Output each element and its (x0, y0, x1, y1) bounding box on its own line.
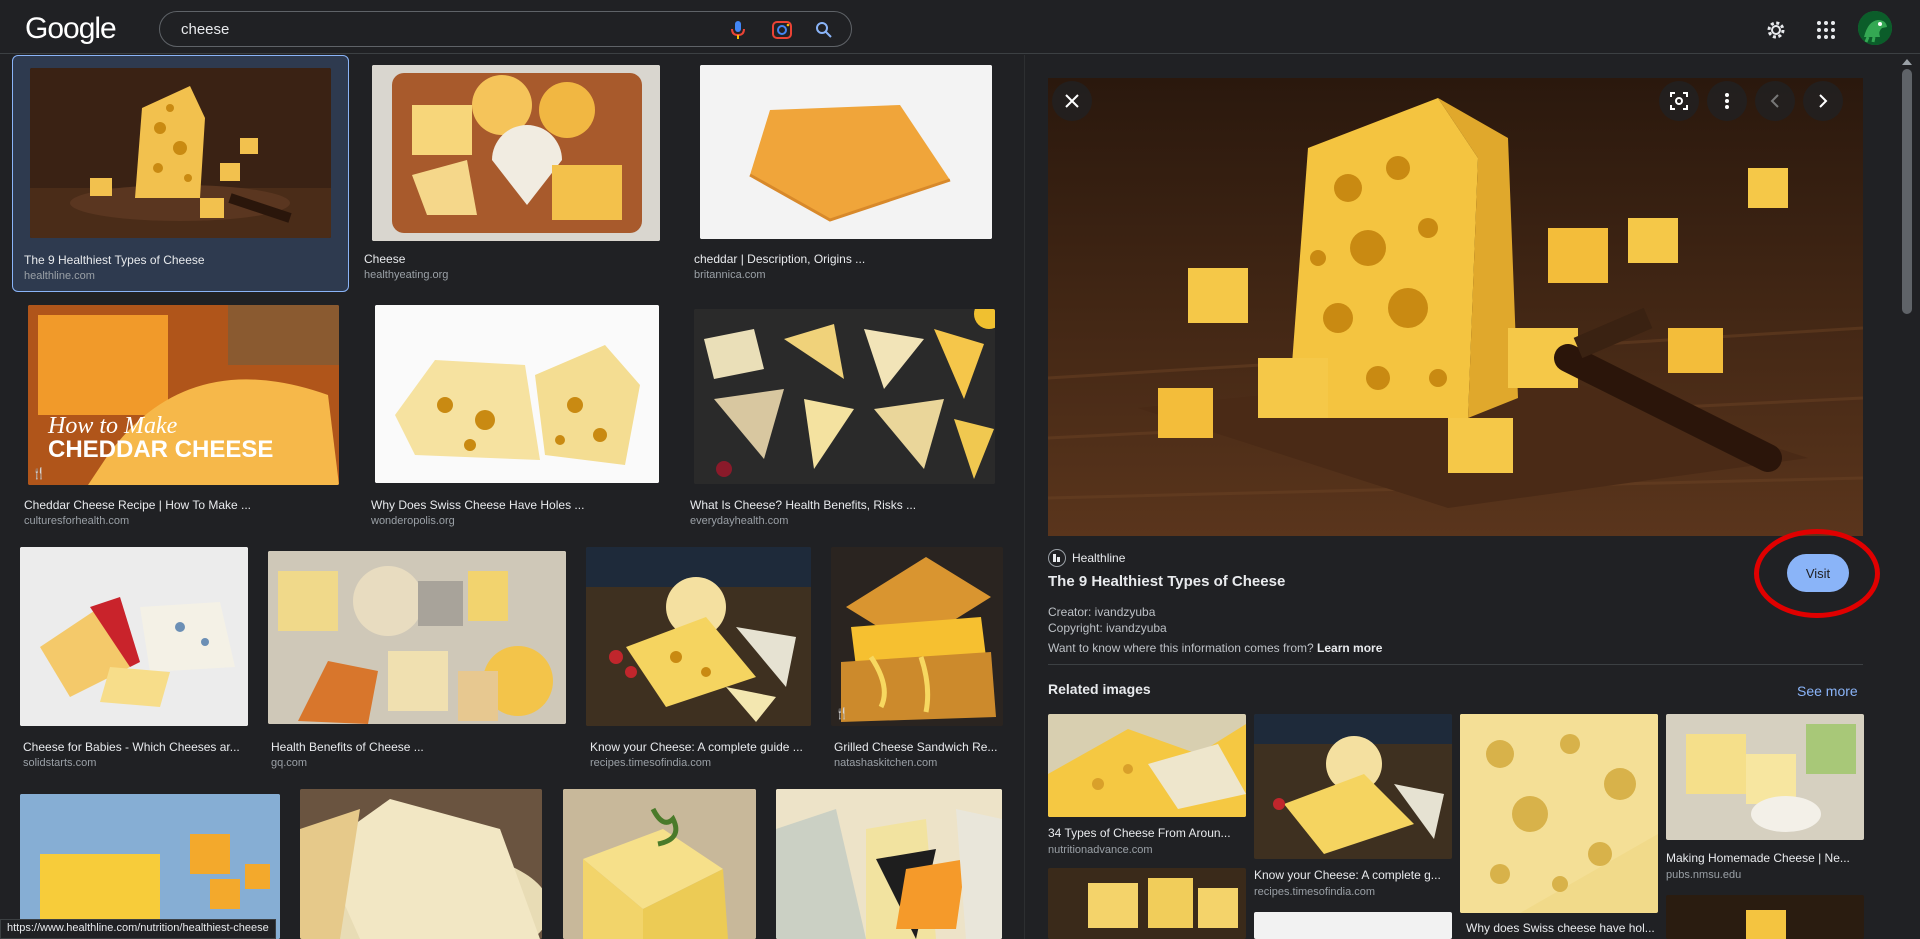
result-source[interactable]: healthline.com (24, 270, 95, 282)
see-more-link[interactable]: See more (1797, 683, 1858, 699)
result-title[interactable]: Cheese for Babies - Which Cheeses ar... (23, 740, 248, 754)
source-row[interactable]: Healthline (1048, 549, 1125, 567)
related-title[interactable]: 34 Types of Cheese From Aroun... (1048, 826, 1240, 840)
result-tile[interactable]: Cheese for Babies - Which Cheeses ar... … (20, 547, 260, 777)
google-logo[interactable]: Google (25, 12, 117, 45)
result-thumbnail[interactable] (700, 65, 992, 239)
result-thumbnail[interactable] (268, 551, 566, 724)
result-thumbnail[interactable] (694, 309, 995, 484)
result-title[interactable]: Health Benefits of Cheese ... (271, 740, 561, 754)
result-thumbnail[interactable] (586, 547, 811, 726)
source-name[interactable]: Healthline (1072, 551, 1125, 565)
result-tile[interactable]: Health Benefits of Cheese ... gq.com (268, 547, 568, 777)
result-tile[interactable]: What Is Cheese? Health Benefits, Risks .… (688, 305, 1008, 535)
result-thumbnail[interactable]: 🍴 (831, 547, 1003, 726)
result-source[interactable]: solidstarts.com (23, 757, 96, 769)
result-thumbnail[interactable]: How to Make CHEDDAR CHEESE 🍴 (28, 305, 339, 485)
result-source[interactable]: gq.com (271, 757, 307, 769)
scroll-thumb[interactable] (1902, 69, 1912, 314)
result-title[interactable]: The 9 Healthiest Types of Cheese (24, 253, 334, 267)
result-thumbnail[interactable] (300, 789, 542, 939)
result-source[interactable]: wonderopolis.org (371, 515, 455, 527)
result-thumbnail[interactable] (30, 68, 331, 238)
info-text: Want to know where this information come… (1048, 641, 1314, 655)
top-bar: Google (0, 0, 1920, 54)
result-source[interactable]: healthyeating.org (364, 269, 448, 281)
image-results-grid: The 9 Healthiest Types of Cheese healthl… (0, 55, 1024, 939)
related-thumbnail[interactable] (1666, 714, 1864, 840)
result-tile[interactable]: Know your Cheese: A complete guide ... r… (586, 547, 826, 777)
result-title[interactable]: What Is Cheese? Health Benefits, Risks .… (690, 498, 1000, 512)
result-title[interactable]: Cheddar Cheese Recipe | How To Make ... (24, 498, 324, 512)
result-tile[interactable]: 🍴 Grilled Cheese Sandwich Re... natashas… (831, 547, 1011, 777)
creator-text: Creator: ivandzyuba (1048, 605, 1156, 619)
related-source[interactable]: pubs.nmsu.edu (1666, 869, 1741, 881)
recipe-icon: 🍴 (835, 707, 849, 720)
result-thumbnail[interactable] (375, 305, 659, 483)
related-images-heading: Related images (1048, 681, 1151, 697)
preview-title[interactable]: The 9 Healthiest Types of Cheese (1048, 573, 1285, 590)
divider (1048, 664, 1863, 665)
apps-grid-icon[interactable] (1812, 16, 1840, 44)
search-input[interactable] (181, 18, 701, 40)
previous-icon[interactable] (1755, 81, 1795, 121)
result-thumbnail[interactable] (20, 794, 280, 939)
more-options-icon[interactable] (1707, 81, 1747, 121)
account-avatar[interactable] (1858, 11, 1892, 45)
result-tile[interactable]: Why Does Swiss Cheese Have Holes ... won… (367, 305, 667, 535)
recipe-icon: 🍴 (32, 467, 46, 480)
result-tile[interactable]: cheddar | Description, Origins ... brita… (690, 55, 1000, 292)
result-thumbnail[interactable] (372, 65, 660, 241)
next-icon[interactable] (1803, 81, 1843, 121)
preview-image[interactable] (1048, 78, 1863, 536)
related-title[interactable]: Why does Swiss cheese have hol... (1466, 921, 1656, 935)
related-thumbnail[interactable] (1048, 868, 1246, 939)
result-tile[interactable]: The 9 Healthiest Types of Cheese healthl… (12, 55, 349, 292)
camera-lens-icon[interactable] (770, 18, 794, 42)
result-thumbnail[interactable] (20, 547, 248, 726)
result-title[interactable]: Why Does Swiss Cheese Have Holes ... (371, 498, 661, 512)
info-line: Want to know where this information come… (1048, 641, 1382, 655)
result-source[interactable]: britannica.com (694, 269, 766, 281)
healthline-logo-icon (1048, 549, 1066, 567)
related-thumbnail[interactable] (1460, 714, 1658, 913)
status-bar-url: https://www.healthline.com/nutrition/hea… (0, 919, 276, 939)
related-title[interactable]: Making Homemade Cheese | Ne... (1666, 851, 1861, 865)
learn-more-link[interactable]: Learn more (1317, 641, 1382, 655)
related-thumbnail[interactable] (1254, 912, 1452, 939)
related-source[interactable]: recipes.timesofindia.com (1254, 886, 1375, 898)
search-box[interactable] (159, 11, 852, 47)
result-thumbnail[interactable] (776, 789, 1002, 939)
microphone-icon[interactable] (726, 18, 750, 42)
visit-button[interactable]: Visit (1787, 554, 1849, 592)
settings-gear-icon[interactable] (1762, 16, 1790, 44)
result-source[interactable]: culturesforhealth.com (24, 515, 129, 527)
related-thumbnail[interactable] (1666, 895, 1864, 939)
scroll-up-arrow-icon[interactable] (1902, 59, 1912, 65)
result-title[interactable]: Cheese (364, 252, 644, 266)
copyright-text: Copyright: ivandzyuba (1048, 621, 1167, 635)
result-title[interactable]: cheddar | Description, Origins ... (694, 252, 994, 266)
result-source[interactable]: everydayhealth.com (690, 515, 788, 527)
result-thumbnail[interactable] (563, 789, 756, 939)
close-icon[interactable] (1052, 81, 1092, 121)
result-title[interactable]: Grilled Cheese Sandwich Re... (834, 740, 1004, 754)
related-source[interactable]: nutritionadvance.com (1048, 844, 1153, 856)
related-thumbnail[interactable] (1254, 714, 1452, 859)
related-thumbnail[interactable] (1048, 714, 1246, 817)
scrollbar[interactable] (1896, 55, 1920, 939)
lens-search-icon[interactable] (1659, 81, 1699, 121)
result-tile[interactable]: Cheese healthyeating.org (360, 55, 660, 292)
related-title[interactable]: Know your Cheese: A complete g... (1254, 868, 1449, 882)
image-preview-panel: Healthline The 9 Healthiest Types of Che… (1024, 55, 1896, 939)
result-source[interactable]: natashaskitchen.com (834, 757, 937, 769)
result-tile[interactable]: How to Make CHEDDAR CHEESE 🍴 Cheddar Che… (20, 305, 350, 535)
result-source[interactable]: recipes.timesofindia.com (590, 757, 711, 769)
search-icon[interactable] (812, 18, 836, 42)
result-title[interactable]: Know your Cheese: A complete guide ... (590, 740, 810, 754)
thumbnail-overlay-text: CHEDDAR CHEESE (48, 436, 274, 463)
